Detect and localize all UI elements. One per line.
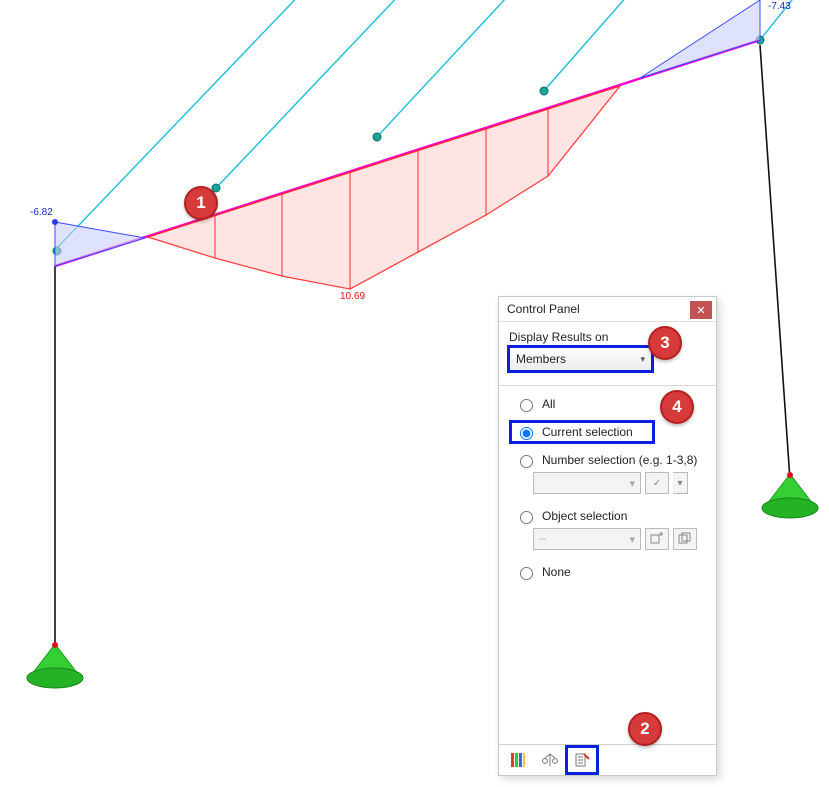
annotation-4: 4	[660, 390, 694, 424]
select-plus-icon	[650, 532, 664, 546]
tab-filter[interactable]	[567, 747, 597, 773]
object-list-button[interactable]	[673, 528, 697, 550]
tab-colors[interactable]	[503, 747, 533, 773]
radio-current-label: Current selection	[542, 425, 633, 439]
radio-object-row[interactable]: Object selection	[515, 508, 706, 524]
chevron-down-icon: ▾	[629, 533, 635, 546]
object-select[interactable]: --▾	[533, 528, 641, 550]
chevron-down-icon: ▾	[629, 477, 635, 490]
check-icon: ✓	[653, 478, 661, 489]
panel-title: Control Panel	[507, 302, 580, 316]
radio-object[interactable]	[520, 511, 533, 524]
select-set-icon	[678, 532, 692, 546]
radio-number[interactable]	[520, 455, 533, 468]
panel-tabs	[499, 744, 716, 775]
radio-none-label: None	[542, 565, 571, 579]
radio-object-label: Object selection	[542, 509, 627, 523]
chevron-down-icon: ▾	[640, 354, 645, 365]
colors-icon	[510, 752, 526, 768]
value-right: -7.43	[768, 1, 791, 12]
number-dropdown-button[interactable]: ▾	[673, 472, 688, 494]
radio-number-row[interactable]: Number selection (e.g. 1-3,8)	[515, 452, 706, 468]
close-button[interactable]: ✕	[690, 301, 712, 319]
value-bottom: 10.69	[340, 291, 365, 302]
number-select[interactable]: ▾	[533, 472, 641, 494]
value-left: -6.82	[30, 207, 53, 218]
object-pick-button[interactable]	[645, 528, 669, 550]
radio-all[interactable]	[520, 399, 533, 412]
annotation-2: 2	[628, 712, 662, 746]
display-results-select[interactable]: Members ▾	[509, 347, 652, 371]
radio-current[interactable]	[520, 427, 533, 440]
select-value: Members	[516, 352, 566, 366]
scales-icon	[542, 752, 558, 768]
annotation-3: 3	[648, 326, 682, 360]
radio-all-label: All	[542, 397, 555, 411]
filter-list-icon	[574, 752, 590, 768]
number-apply-button[interactable]: ✓	[645, 472, 669, 494]
control-panel: Control Panel ✕ Display Results on Membe…	[498, 296, 717, 776]
radio-none[interactable]	[520, 567, 533, 580]
radio-none-row[interactable]: None	[515, 564, 706, 580]
chevron-down-icon: ▾	[677, 478, 682, 489]
tab-factors[interactable]	[535, 747, 565, 773]
panel-titlebar[interactable]: Control Panel ✕	[499, 297, 716, 322]
radio-number-label: Number selection (e.g. 1-3,8)	[542, 453, 697, 467]
annotation-1: 1	[184, 186, 218, 220]
close-icon: ✕	[696, 304, 705, 317]
radio-current-row[interactable]: Current selection	[511, 422, 653, 442]
